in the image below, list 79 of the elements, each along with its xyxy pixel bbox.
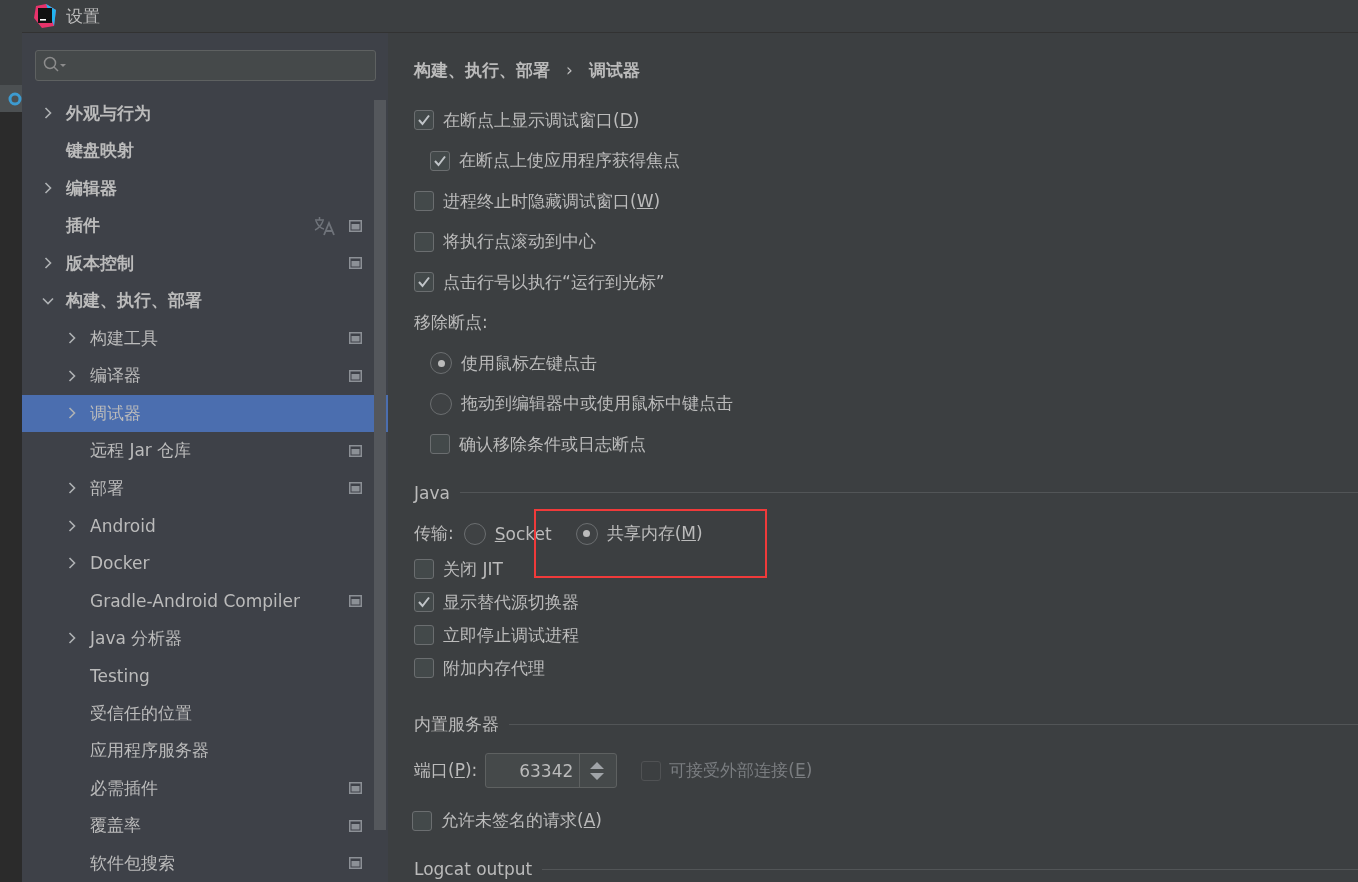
option-label: 关闭 JIT — [443, 557, 503, 581]
tree-item[interactable]: 覆盖率 — [22, 807, 388, 845]
option-label: 进程终止时隐藏调试窗口(W) — [443, 189, 661, 213]
chevron-right-icon[interactable] — [42, 182, 54, 195]
tree-item[interactable]: Gradle-Android Compiler — [22, 582, 388, 620]
tree-item[interactable]: Testing — [22, 657, 388, 695]
up-down-arrows-icon[interactable] — [589, 759, 606, 782]
option-label: 共享内存(M) — [606, 522, 703, 545]
checkbox[interactable] — [412, 810, 432, 831]
checkbox[interactable] — [414, 191, 434, 212]
radio-button[interactable] — [430, 392, 452, 415]
chevron-right-icon[interactable] — [42, 257, 54, 270]
option-label: 使用鼠标左键点击 — [461, 351, 597, 375]
tree-item[interactable]: 键盘映射 — [22, 132, 388, 170]
tree-item[interactable]: Java 分析器 — [22, 619, 388, 657]
checkmark-icon — [417, 596, 431, 608]
group-label: 移除断点: — [414, 311, 488, 335]
checkbox[interactable] — [414, 592, 434, 612]
chevron-right-icon[interactable] — [66, 519, 78, 532]
tree-item[interactable]: 应用程序服务器 — [22, 732, 388, 770]
tree-item[interactable]: 受信任的位置 — [22, 694, 388, 732]
chevron-right-icon[interactable] — [66, 557, 78, 570]
tree-item[interactable]: 远程 Jar 仓库 — [22, 432, 388, 470]
checkbox[interactable] — [414, 625, 434, 645]
checkmark-icon — [417, 114, 431, 127]
tree-item[interactable]: 部署 — [22, 469, 388, 507]
option-label: 点击行号以执行“运行到光标” — [443, 270, 665, 294]
chevron-right-icon[interactable] — [42, 107, 54, 120]
checkbox[interactable] — [414, 658, 434, 678]
tree-item[interactable]: 构建工具 — [22, 319, 388, 357]
option-label: 立即停止调试进程 — [443, 623, 579, 647]
tree-item[interactable]: 版本控制 — [22, 244, 388, 282]
app-logo-icon — [34, 4, 56, 28]
search-field[interactable] — [35, 50, 376, 81]
radio-button[interactable] — [463, 522, 486, 545]
tree-item[interactable]: Android — [22, 507, 388, 545]
section-title: Logcat output — [414, 859, 533, 879]
checkbox[interactable] — [414, 231, 434, 252]
port-spinner[interactable]: 63342 — [485, 753, 618, 788]
option-label: 附加内存代理 — [443, 656, 545, 680]
transport-label: 传输: — [414, 522, 454, 545]
option-label: 允许未签名的请求(A) — [441, 809, 602, 833]
checkbox[interactable] — [430, 150, 450, 171]
option-label: 确认移除条件或日志断点 — [459, 432, 646, 456]
checkbox[interactable] — [414, 272, 434, 293]
tree-item[interactable]: Docker — [22, 544, 388, 582]
radio-button[interactable] — [575, 522, 598, 545]
circle-icon — [8, 91, 22, 106]
port-label: 端口(P): — [414, 759, 478, 782]
option-label: 将执行点滚动到中心 — [443, 230, 596, 254]
breadcrumb-separator: › — [566, 60, 573, 80]
checkbox[interactable] — [414, 110, 434, 131]
checkbox[interactable] — [430, 434, 450, 455]
option-label: 在断点上使应用程序获得焦点 — [459, 149, 680, 173]
radio-button[interactable] — [430, 352, 452, 375]
tree-item[interactable]: 必需插件 — [22, 769, 388, 807]
option-label: 可接受外部连接(E) — [669, 759, 813, 782]
chevron-right-icon[interactable] — [66, 632, 78, 645]
tree-item[interactable]: 软件包搜索 — [22, 844, 388, 882]
checkmark-icon — [417, 276, 431, 289]
breadcrumb-link[interactable]: 构建、执行、部署 — [414, 58, 550, 82]
checkmark-icon — [433, 154, 447, 167]
section-title: Java — [414, 482, 450, 503]
chevron-right-icon[interactable] — [66, 369, 78, 382]
chevron-right-icon[interactable] — [66, 332, 78, 345]
window-title: 设置 — [66, 4, 100, 28]
tree-item[interactable]: 编辑器 — [22, 169, 388, 207]
tree-item[interactable]: 编译器 — [22, 357, 388, 395]
option-label: 显示替代源切换器 — [443, 590, 579, 614]
option-label: 拖动到编辑器中或使用鼠标中键点击 — [461, 392, 733, 416]
option-label: 在断点上显示调试窗口(D) — [443, 108, 640, 132]
checkbox[interactable] — [414, 559, 434, 579]
tree-item[interactable]: 插件 — [22, 207, 388, 245]
scrollbar[interactable] — [374, 100, 386, 830]
chevron-right-icon[interactable] — [66, 482, 78, 495]
tree-item[interactable]: 构建、执行、部署 — [22, 282, 388, 320]
section-title: 内置服务器 — [414, 713, 499, 736]
breadcrumb-current: 调试器 — [588, 58, 640, 82]
tree-item[interactable]: 外观与行为 — [22, 94, 388, 132]
